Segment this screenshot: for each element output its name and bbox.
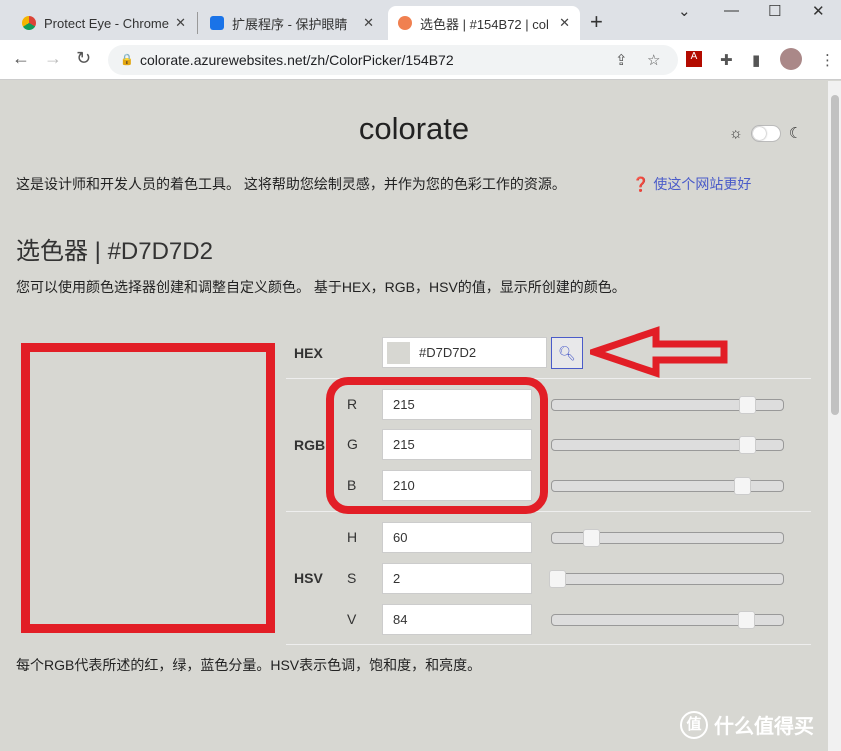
slider-v[interactable] xyxy=(551,611,784,629)
scrollbar[interactable] xyxy=(828,81,841,751)
tab-bar: Protect Eye - Chrome ✕ 扩展程序 - 保护眼睛 ✕ 选色器 |… xyxy=(0,0,841,40)
sidepanel-icon[interactable]: ▮ xyxy=(752,51,760,69)
tab-extensions[interactable]: 扩展程序 - 保护眼睛 ✕ xyxy=(200,6,384,40)
browser-toolbar: ← → ↻ 🔒 colorate.azurewebsites.net/zh/Col… xyxy=(0,40,841,80)
slider-r[interactable] xyxy=(551,396,784,414)
channel-label-h: H xyxy=(347,529,358,545)
close-icon[interactable]: ✕ xyxy=(363,15,374,31)
site-title: colorate xyxy=(358,111,470,146)
close-icon[interactable]: ✕ xyxy=(175,15,186,31)
divider xyxy=(197,12,198,34)
slider-h[interactable] xyxy=(551,529,784,547)
chrome-icon xyxy=(22,16,36,30)
slider-g[interactable] xyxy=(551,436,784,454)
close-window-button[interactable]: ✕ xyxy=(812,2,825,20)
hex-label: HEX xyxy=(294,345,323,361)
color-preview xyxy=(21,343,275,633)
intro-text: 这是设计师和开发人员的着色工具。 这将帮助您绘制灵感，并作为您的色彩工作的资源。 xyxy=(16,176,566,192)
close-icon[interactable]: ✕ xyxy=(559,15,570,31)
pdf-icon[interactable]: A xyxy=(686,51,702,67)
tab-colorpicker[interactable]: 选色器 | #154B72 | col ✕ xyxy=(388,6,580,40)
slider-thumb[interactable] xyxy=(734,477,752,495)
channel-label-s: S xyxy=(347,570,357,586)
channel-input-h[interactable]: 60 xyxy=(382,522,532,553)
theme-toggle[interactable] xyxy=(750,124,781,142)
tab-protect-eye[interactable]: Protect Eye - Chrome ✕ xyxy=(12,6,196,40)
theme-switch[interactable]: ☼ ☾ xyxy=(729,124,802,142)
minimize-button[interactable]: — xyxy=(724,2,739,19)
channel-input-v[interactable]: 84 xyxy=(382,604,532,635)
slider-thumb[interactable] xyxy=(582,529,600,547)
extensions-icon[interactable]: ✚ xyxy=(720,51,733,69)
slider-b[interactable] xyxy=(551,477,784,495)
search-icon: 🔍︎ xyxy=(558,345,576,361)
page-content: colorate ☼ ☾ 这是设计师和开发人员的着色工具。 这将帮助您绘制灵感，并… xyxy=(0,81,828,751)
forward-icon[interactable]: → xyxy=(44,48,62,69)
search-button[interactable]: 🔍︎ xyxy=(551,337,583,369)
slider-thumb[interactable] xyxy=(738,611,756,629)
rgb-label: RGB xyxy=(294,437,326,453)
slider-thumb[interactable] xyxy=(738,436,756,454)
share-icon[interactable]: ⇪ xyxy=(615,51,628,69)
address-bar[interactable]: 🔒 colorate.azurewebsites.net/zh/ColorPick… xyxy=(108,45,678,75)
watermark-logo: 值什么值得买 xyxy=(680,710,814,739)
channel-input-s[interactable]: 2 xyxy=(382,563,532,594)
footer-text: 每个RGB代表所述的红，绿，蓝色分量。HSV表示色调，饱和度，和亮度。 xyxy=(16,657,482,673)
hex-input[interactable]: #D7D7D2 xyxy=(382,337,547,368)
new-tab-button[interactable]: + xyxy=(590,9,603,35)
divider xyxy=(286,644,811,645)
lock-icon: 🔒 xyxy=(120,54,134,66)
arrow-annotation xyxy=(590,326,728,378)
slider-thumb[interactable] xyxy=(548,570,566,588)
puzzle-icon xyxy=(210,16,224,30)
maximize-button[interactable]: ☐ xyxy=(768,2,781,20)
page-heading: 选色器 | #D7D7D2 xyxy=(16,238,213,265)
slider-s[interactable] xyxy=(548,570,784,588)
description: 您可以使用颜色选择器创建和调整自定义颜色。 基于HEX，RGB，HSV的值，显示… xyxy=(16,279,626,295)
peach-icon xyxy=(398,16,412,30)
channel-label-v: V xyxy=(347,611,357,627)
avatar[interactable] xyxy=(780,48,802,70)
menu-icon[interactable]: ⋮ xyxy=(820,51,835,69)
highlight-annotation xyxy=(326,377,548,514)
back-icon[interactable]: ← xyxy=(12,48,30,69)
scrollbar-thumb[interactable] xyxy=(831,95,839,415)
hsv-label: HSV xyxy=(294,570,323,586)
star-icon[interactable]: ☆ xyxy=(647,51,660,69)
question-icon: ❓ xyxy=(632,176,650,192)
tab-search-icon[interactable]: ⌄ xyxy=(678,2,691,20)
reload-icon[interactable]: ↻ xyxy=(76,48,91,69)
sun-icon: ☼ xyxy=(729,124,743,142)
slider-thumb[interactable] xyxy=(738,396,756,414)
help-link[interactable]: ❓ 使这个网站更好 xyxy=(632,174,751,194)
moon-icon: ☾ xyxy=(788,125,803,142)
hex-swatch xyxy=(387,342,410,364)
